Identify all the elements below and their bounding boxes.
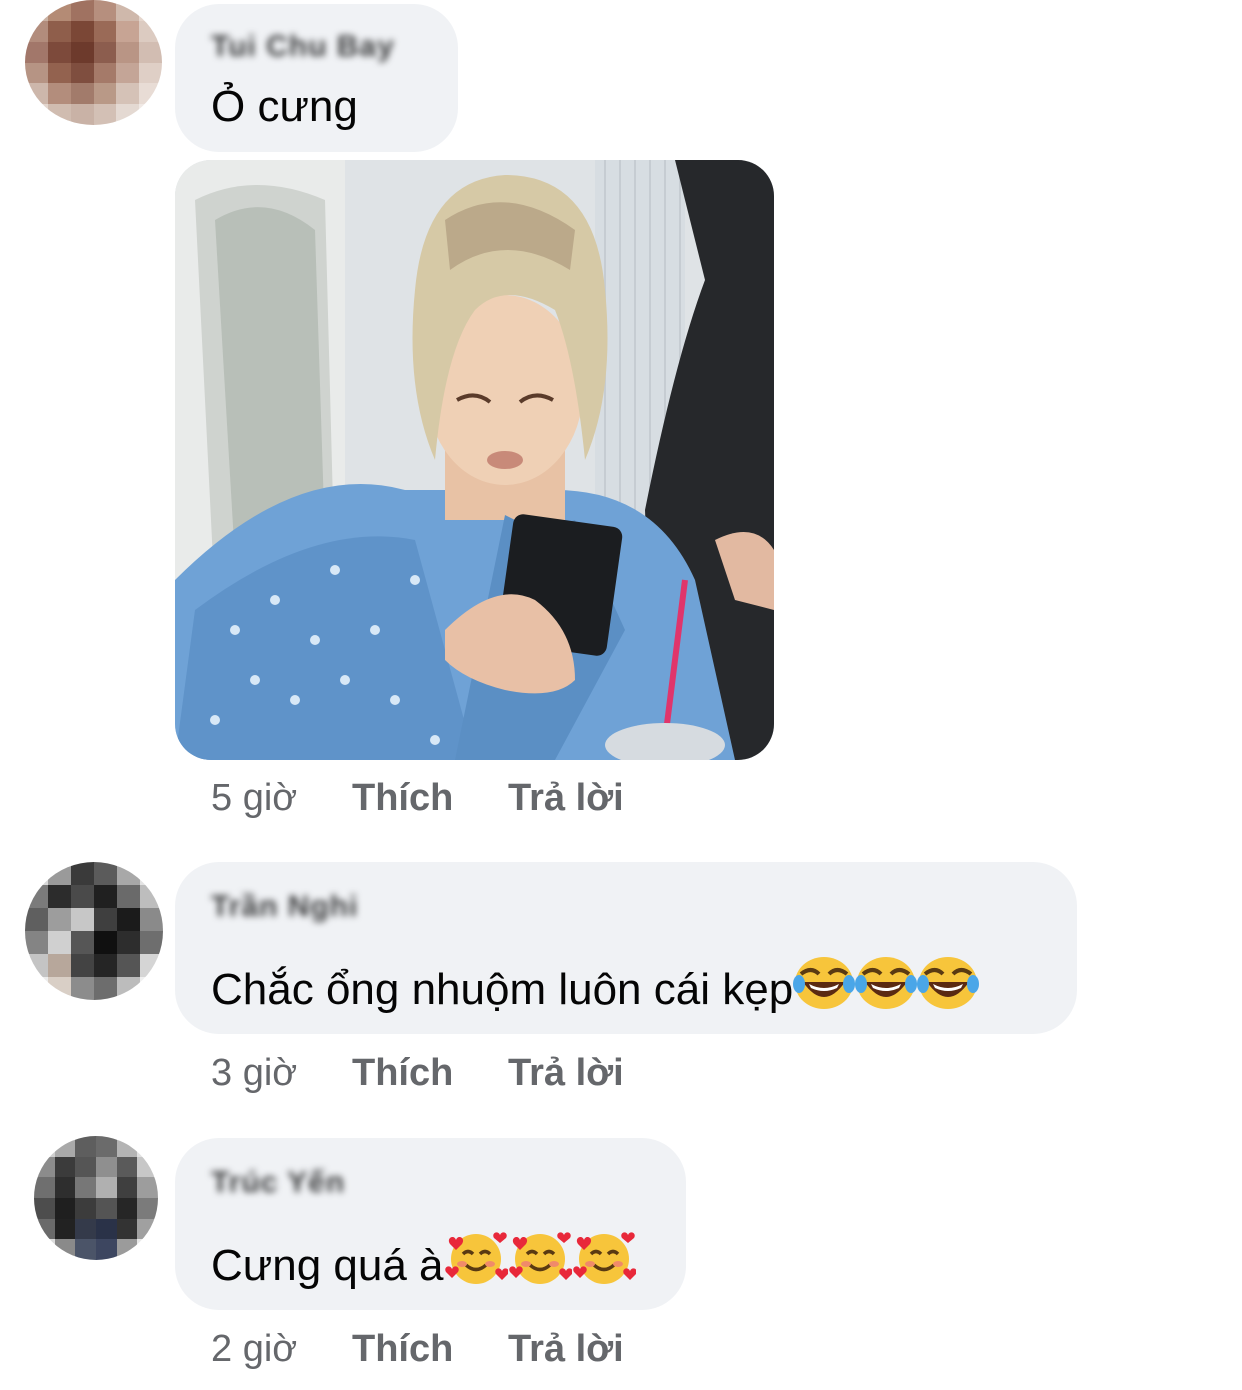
smiling-hearts-icon [572, 1230, 637, 1297]
comment-time[interactable]: 5 giờ [211, 777, 352, 820]
smiling-hearts-icon [508, 1230, 573, 1297]
comment-text-content: Chắc ổng nhuộm luôn cái kẹp [211, 965, 794, 1014]
comment-bubble: Tui Chu Bay Ỏ cưng [175, 4, 458, 152]
smiling-hearts-icon [444, 1230, 509, 1297]
like-button[interactable]: Thích [352, 777, 508, 820]
like-button[interactable]: Thích [352, 1328, 508, 1371]
comment-author[interactable]: Tui Chu Bay [211, 30, 395, 64]
comment-text: Chắc ổng nhuộm luôn cái kẹp [211, 954, 980, 1021]
joy-icon [793, 954, 856, 1021]
reply-button[interactable]: Trả lời [508, 777, 624, 820]
comment-text: Cưng quá à [211, 1230, 637, 1297]
comment-author[interactable]: Trúc Yến [211, 1166, 345, 1200]
reply-button[interactable]: Trả lời [508, 1328, 624, 1371]
joy-icon [917, 954, 980, 1021]
comment-actions: 5 giờ Thích Trả lời [211, 777, 624, 820]
comment-actions: 2 giờ Thích Trả lời [211, 1328, 624, 1371]
comment-text-content: Cưng quá à [211, 1241, 444, 1290]
reply-button[interactable]: Trả lời [508, 1052, 624, 1095]
photo-illustration [175, 160, 774, 760]
comment-actions: 3 giờ Thích Trả lời [211, 1052, 624, 1095]
comment-author[interactable]: Trần Nghi [211, 890, 358, 924]
comment-time[interactable]: 3 giờ [211, 1052, 352, 1095]
avatar[interactable] [25, 0, 162, 125]
avatar[interactable] [25, 862, 163, 1000]
comment-bubble: Trúc Yến Cưng quá à [175, 1138, 686, 1310]
comment-bubble: Trần Nghi Chắc ổng nhuộm luôn cái kẹp [175, 862, 1077, 1034]
comment-text: Ỏ cưng [211, 82, 358, 131]
joy-icon [855, 954, 918, 1021]
avatar[interactable] [34, 1136, 158, 1260]
comment-1: Tui Chu Bay Ỏ cưng 5 giờ Thích Trả lời [0, 0, 1242, 830]
comment-time[interactable]: 2 giờ [211, 1328, 352, 1371]
comment-photo[interactable] [175, 160, 774, 760]
like-button[interactable]: Thích [352, 1052, 508, 1095]
